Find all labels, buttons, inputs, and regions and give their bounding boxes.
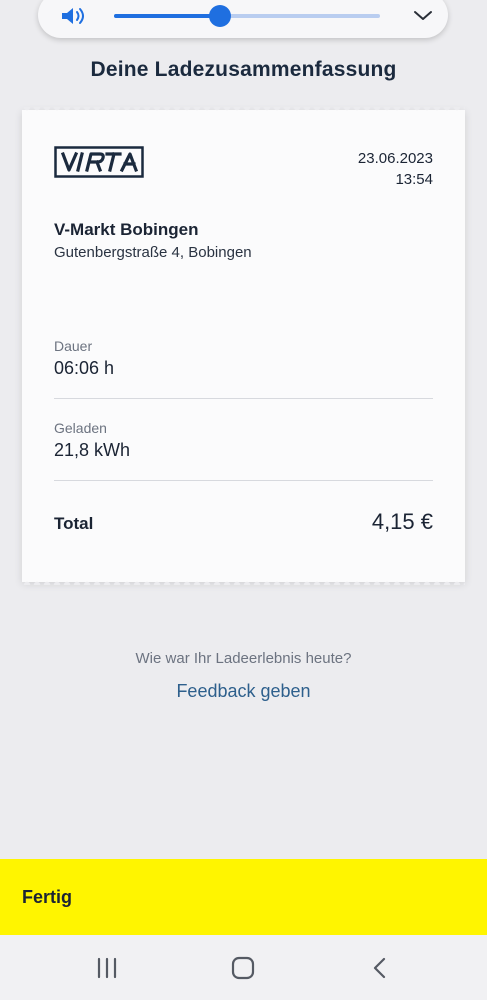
duration-label: Dauer (54, 338, 93, 354)
virta-logo (54, 146, 144, 178)
station-address: Gutenbergstraße 4, Bobingen (54, 244, 252, 261)
volume-slider[interactable] (114, 5, 380, 27)
volume-slider-fill (114, 14, 221, 18)
back-icon[interactable] (365, 955, 395, 981)
receipt-time: 13:54 (395, 171, 433, 188)
home-icon[interactable] (228, 955, 258, 981)
feedback-link[interactable]: Feedback geben (0, 681, 487, 702)
recent-apps-icon[interactable] (92, 955, 122, 981)
speaker-icon[interactable] (60, 6, 90, 26)
station-name: V-Markt Bobingen (54, 220, 199, 239)
duration-value: 06:06 h (54, 358, 115, 378)
feedback-question: Wie war Ihr Ladeerlebnis heute? (135, 650, 352, 667)
divider (54, 398, 433, 399)
page-title: Deine Ladezusammenfassung (90, 58, 397, 81)
chevron-down-icon[interactable] (412, 6, 434, 24)
charged-value: 21,8 kWh (54, 440, 131, 460)
system-nav-bar (0, 935, 487, 1000)
receipt-date: 23.06.2023 (357, 150, 433, 167)
total-value: 4,15 € (371, 509, 433, 534)
receipt-datetime: 23.06.2023 13:54 (358, 148, 433, 190)
total-label: Total (54, 514, 94, 533)
divider (54, 480, 433, 481)
receipt-card: 23.06.2023 13:54 V-Markt Bobingen Gutenb… (22, 107, 465, 585)
charged-label: Geladen (54, 420, 107, 436)
volume-panel (38, 0, 448, 38)
done-button[interactable]: Fertig (0, 859, 487, 935)
done-button-label: Fertig (22, 887, 73, 907)
volume-slider-thumb[interactable] (209, 5, 232, 27)
